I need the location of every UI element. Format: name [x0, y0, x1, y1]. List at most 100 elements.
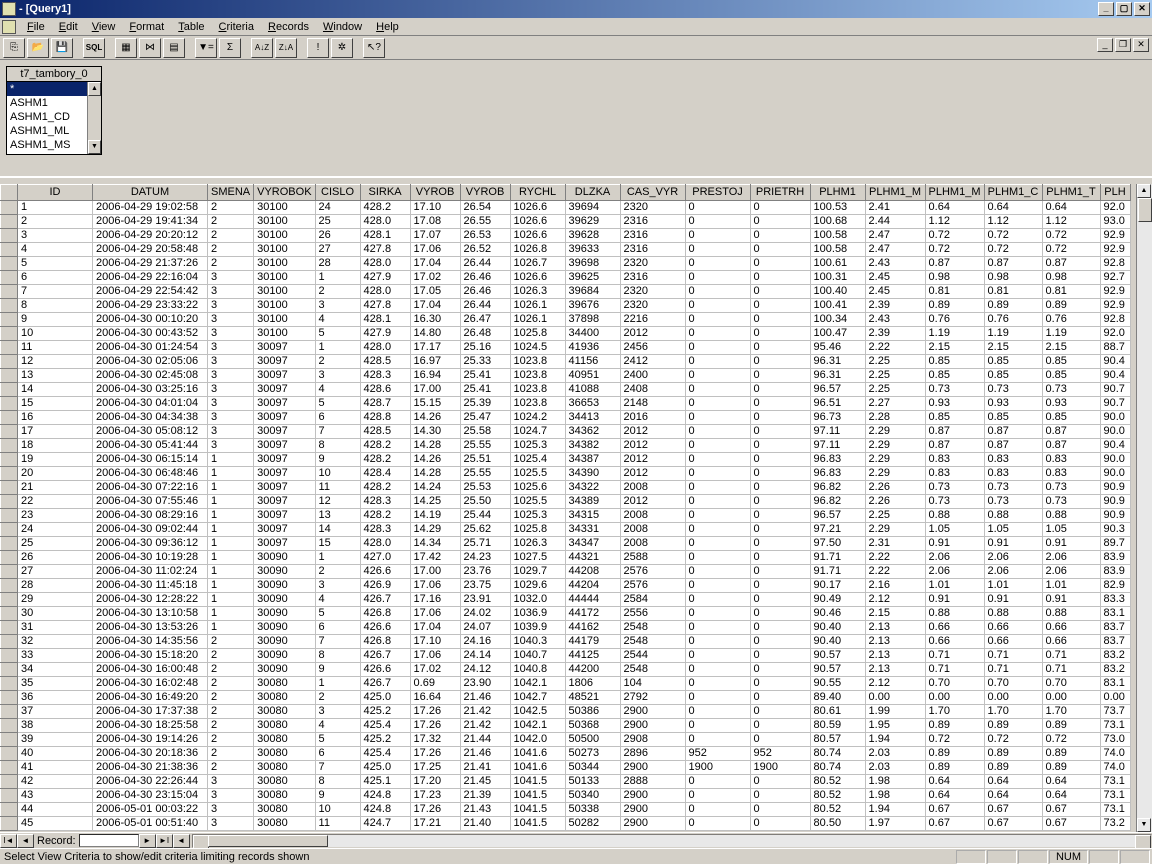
cell[interactable]: 4	[315, 719, 360, 733]
cell[interactable]: 26.47	[460, 313, 510, 327]
cell[interactable]: 90.9	[1100, 481, 1130, 495]
cell[interactable]: 0	[685, 495, 750, 509]
cell[interactable]: 0	[685, 649, 750, 663]
cell[interactable]: 50368	[565, 719, 620, 733]
cell[interactable]: 1.94	[865, 733, 925, 747]
cell[interactable]: 2	[208, 663, 254, 677]
cell[interactable]: 0.98	[925, 271, 984, 285]
cell[interactable]: 17.42	[410, 551, 460, 565]
cell[interactable]: 1023.8	[510, 369, 565, 383]
cell[interactable]: 13	[315, 509, 360, 523]
cell[interactable]: 2576	[620, 565, 685, 579]
cell[interactable]: 2008	[620, 481, 685, 495]
cell[interactable]: 2.25	[865, 369, 925, 383]
cell[interactable]: 2.26	[865, 495, 925, 509]
cell[interactable]: 0	[685, 439, 750, 453]
row-header[interactable]	[1, 425, 18, 439]
cell[interactable]: 428.3	[360, 495, 410, 509]
cell[interactable]: 0	[750, 327, 810, 341]
cell[interactable]: 2.29	[865, 523, 925, 537]
cell[interactable]: 21.41	[460, 761, 510, 775]
cell[interactable]: 0	[685, 509, 750, 523]
column-header[interactable]: VYROB	[460, 185, 510, 201]
cell[interactable]: 2006-04-30 00:10:20	[93, 313, 208, 327]
cell[interactable]: 0.87	[1042, 257, 1100, 271]
cell[interactable]: 16.30	[410, 313, 460, 327]
cell[interactable]: 26.46	[460, 271, 510, 285]
cell[interactable]: 2.47	[865, 243, 925, 257]
table-row[interactable]: 322006-04-30 14:35:562300907426.817.1024…	[1, 635, 1131, 649]
cell[interactable]: 0	[685, 453, 750, 467]
cell[interactable]: 0.72	[925, 243, 984, 257]
cell[interactable]: 100.58	[810, 229, 865, 243]
cell[interactable]: 0.00	[1042, 691, 1100, 705]
cell[interactable]: 0	[750, 201, 810, 215]
cell[interactable]: 0	[685, 243, 750, 257]
cell[interactable]: 100.61	[810, 257, 865, 271]
horizontal-scrollbar[interactable]	[192, 834, 1152, 848]
cell[interactable]: 3	[208, 299, 254, 313]
cell[interactable]: 2006-04-30 16:49:20	[93, 691, 208, 705]
cell[interactable]: 2006-04-29 22:54:42	[93, 285, 208, 299]
cell[interactable]: 2006-04-30 02:45:08	[93, 369, 208, 383]
cell[interactable]: 17.20	[410, 775, 460, 789]
cell[interactable]: 0	[685, 313, 750, 327]
cell[interactable]: 0	[685, 327, 750, 341]
cell[interactable]: 0	[685, 271, 750, 285]
table-row[interactable]: 82006-04-29 23:33:223301003427.817.0426.…	[1, 299, 1131, 313]
cell[interactable]: 3	[315, 299, 360, 313]
cell[interactable]: 17.07	[410, 229, 460, 243]
cell[interactable]: 0	[750, 313, 810, 327]
cell[interactable]: 21.46	[460, 691, 510, 705]
cell[interactable]: 0.81	[1042, 285, 1100, 299]
cell[interactable]: 0.64	[1042, 775, 1100, 789]
cell[interactable]: 83.2	[1100, 663, 1130, 677]
cell[interactable]: 2400	[620, 369, 685, 383]
cell[interactable]: 39625	[565, 271, 620, 285]
cell[interactable]: 0.88	[984, 607, 1042, 621]
cell[interactable]: 1026.7	[510, 257, 565, 271]
cell[interactable]: 30100	[254, 201, 315, 215]
cell[interactable]: 2006-04-30 14:35:56	[93, 635, 208, 649]
cell[interactable]: 1023.8	[510, 355, 565, 369]
cell[interactable]: 0	[750, 705, 810, 719]
cell[interactable]: 44162	[565, 621, 620, 635]
cell[interactable]: 0.98	[984, 271, 1042, 285]
cell[interactable]: 2.15	[925, 341, 984, 355]
cell[interactable]: 0	[750, 775, 810, 789]
cell[interactable]: 25.16	[460, 341, 510, 355]
cell[interactable]: 428.2	[360, 201, 410, 215]
cell[interactable]: 30097	[254, 411, 315, 425]
cell[interactable]: 44444	[565, 593, 620, 607]
cell[interactable]: 2.43	[865, 313, 925, 327]
cell[interactable]: 30080	[254, 817, 315, 831]
menu-format[interactable]: Format	[122, 20, 171, 34]
cell[interactable]: 21.45	[460, 775, 510, 789]
cell[interactable]: 2	[208, 243, 254, 257]
cell[interactable]: 90.57	[810, 649, 865, 663]
cell[interactable]: 0	[685, 411, 750, 425]
row-header[interactable]	[1, 397, 18, 411]
cell[interactable]: 1.70	[925, 705, 984, 719]
cell[interactable]: 37	[18, 705, 93, 719]
cell[interactable]: 30080	[254, 691, 315, 705]
cell[interactable]: 90.40	[810, 621, 865, 635]
cell[interactable]: 0	[685, 299, 750, 313]
cell[interactable]: 17.04	[410, 299, 460, 313]
cell[interactable]: 2008	[620, 523, 685, 537]
cell[interactable]: 34390	[565, 467, 620, 481]
cell[interactable]: 0.93	[1042, 397, 1100, 411]
cell[interactable]: 0.00	[925, 691, 984, 705]
cell[interactable]: 15	[18, 397, 93, 411]
cell[interactable]: 1.94	[865, 803, 925, 817]
cell[interactable]: 83.1	[1100, 607, 1130, 621]
cell[interactable]: 26.46	[460, 285, 510, 299]
cell[interactable]: 90.49	[810, 593, 865, 607]
cell[interactable]: 29	[18, 593, 93, 607]
cell[interactable]: 50344	[565, 761, 620, 775]
cell[interactable]: 0.83	[984, 453, 1042, 467]
cell[interactable]: 37898	[565, 313, 620, 327]
cell[interactable]: 0	[750, 271, 810, 285]
cell[interactable]: 0	[750, 817, 810, 831]
cell[interactable]: 80.50	[810, 817, 865, 831]
